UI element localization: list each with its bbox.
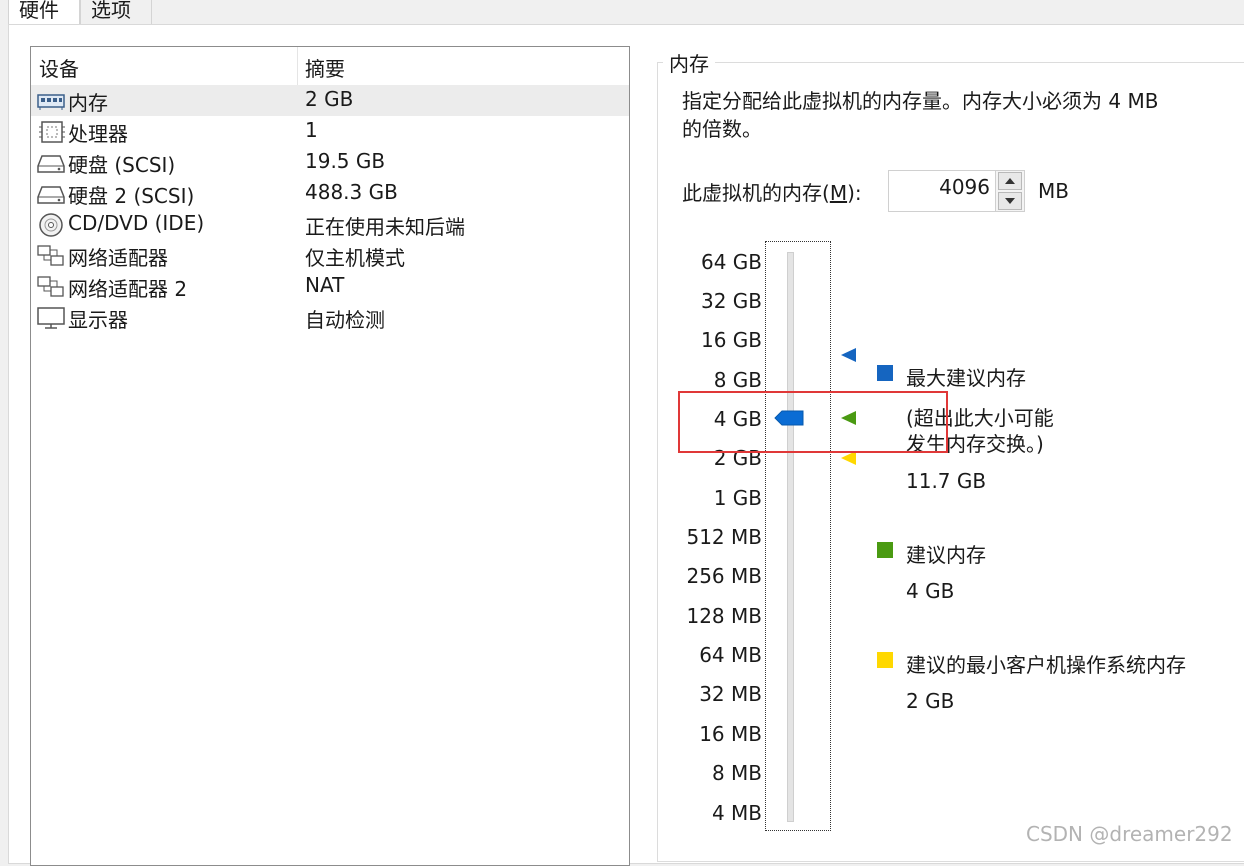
memory-group-title: 内存 [663,48,715,77]
scale-label: 1 GB [713,486,762,510]
memory-icon [37,94,65,110]
processor-icon [39,121,65,143]
device-row-hard-disk[interactable]: 硬盘 (SCSI) 19.5 GB [31,147,629,178]
device-name: 硬盘 (SCSI) [68,153,176,177]
device-row-cd-dvd[interactable]: CD/DVD (IDE) 正在使用未知后端 [31,209,629,240]
device-summary: 2 GB [305,87,354,111]
network-adapter-icon [37,276,64,297]
recommended-value: 4 GB [906,579,955,603]
network-adapter-icon [37,245,64,266]
device-summary: 正在使用未知后端 [305,215,465,239]
device-name: 硬盘 2 (SCSI) [68,184,195,208]
caret-up-icon [1005,178,1015,184]
highlight-annotation-box [678,391,948,453]
min-guest-value: 2 GB [906,689,955,713]
caret-down-icon [1005,198,1015,204]
device-row-memory[interactable]: 内存 2 GB [31,85,629,116]
tab-options[interactable]: 选项 [80,0,152,24]
spin-down-button[interactable] [998,192,1022,210]
scale-label: 256 MB [686,564,762,588]
scale-label: 512 MB [686,525,762,549]
scale-label: 8 MB [711,761,762,785]
max-recommended-legend-swatch [877,365,893,381]
scale-label: 4 MB [711,801,762,825]
device-row-hard-disk-2[interactable]: 硬盘 2 (SCSI) 488.3 GB [31,178,629,209]
watermark: CSDN @dreamer292 [1026,822,1233,846]
scale-label: 16 MB [699,722,762,746]
memory-label-accelerator: M [829,181,848,205]
recommended-title: 建议内存 [906,543,986,567]
scale-label: 32 GB [700,289,762,313]
hard-disk-icon [37,155,65,173]
column-header-device[interactable]: 设备 [39,53,79,82]
device-name: 网络适配器 2 [68,277,188,301]
recommended-legend-swatch [877,542,893,558]
device-summary: NAT [305,273,345,297]
cd-dvd-icon [39,213,63,237]
hard-disk-icon [37,186,65,204]
memory-description: 指定分配给此虚拟机的内存量。内存大小必须为 4 MB 的倍数。 [682,87,1222,143]
device-row-processor[interactable]: 处理器 1 [31,116,629,147]
max-recommended-marker-icon [841,348,856,362]
memory-slider-focus-frame [765,241,831,831]
device-summary: 仅主机模式 [305,246,405,270]
scale-label: 16 GB [700,328,762,352]
scale-label: 8 GB [713,368,762,392]
min-guest-legend-swatch [877,652,893,668]
memory-label-suffix: ): [847,181,862,205]
device-name: 网络适配器 [68,246,168,270]
device-summary: 488.3 GB [305,180,398,204]
memory-description-line: 的倍数。 [682,117,762,141]
tab-hardware[interactable]: 硬件 [8,0,80,24]
scale-label: 32 MB [699,682,762,706]
memory-spinner [995,170,1025,212]
device-row-network-adapter-2[interactable]: 网络适配器 2 NAT [31,271,629,302]
display-icon [37,307,65,329]
device-list-header: 设备 摘要 [31,47,629,86]
memory-size-input[interactable]: 4096 [888,170,996,212]
min-guest-title: 建议的最小客户机操作系统内存 [906,653,1186,677]
memory-description-line: 指定分配给此虚拟机的内存量。内存大小必须为 4 MB [682,89,1159,113]
memory-slider-track[interactable] [787,252,794,822]
max-recommended-title: 最大建议内存 [906,366,1026,390]
max-recommended-value: 11.7 GB [906,469,987,493]
column-divider[interactable] [297,47,298,85]
scale-label: 128 MB [686,604,762,628]
device-name: CD/DVD (IDE) [68,211,205,235]
memory-label-prefix: 此虚拟机的内存( [682,181,830,205]
scale-label: 64 GB [700,250,762,274]
device-name: 内存 [68,91,108,115]
device-summary: 19.5 GB [305,149,386,173]
scale-label: 64 MB [699,643,762,667]
device-name: 显示器 [68,308,128,332]
device-name: 处理器 [68,122,128,146]
tab-bar: 硬件 选项 [0,0,1244,26]
device-row-network-adapter[interactable]: 网络适配器 仅主机模式 [31,240,629,271]
device-list: 设备 摘要 内存 2 GB 处理器 1 硬盘 (SCSI) 19.5 GB 硬盘… [30,46,630,866]
spin-up-button[interactable] [998,172,1022,190]
column-header-summary[interactable]: 摘要 [305,53,345,82]
device-summary: 1 [305,118,318,142]
memory-unit: MB [1038,179,1069,203]
device-summary: 自动检测 [305,308,385,332]
memory-field-label: 此虚拟机的内存(M): [682,177,862,206]
device-row-display[interactable]: 显示器 自动检测 [31,302,629,333]
